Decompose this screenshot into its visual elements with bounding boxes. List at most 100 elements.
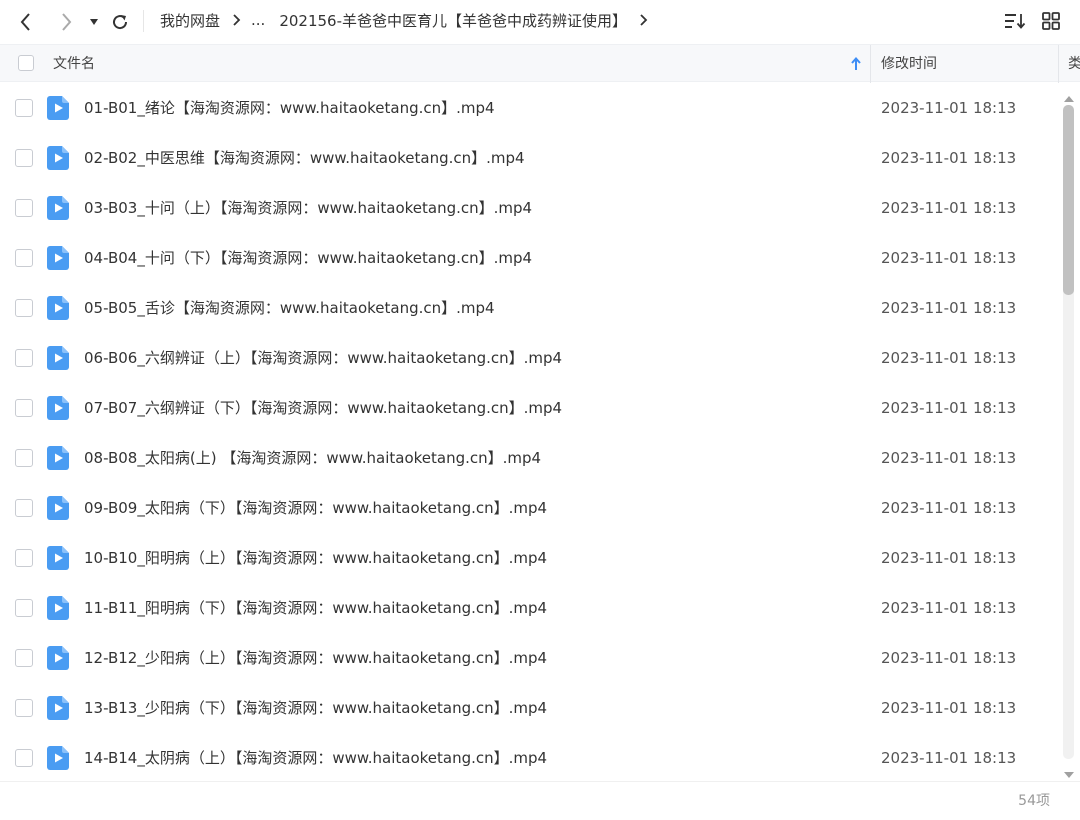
file-checkbox[interactable] [15,449,33,467]
file-checkbox[interactable] [15,249,33,267]
file-modified-time: 2023-11-01 18:13 [881,749,1017,767]
file-checkbox[interactable] [15,299,33,317]
breadcrumb-item-ellipsis[interactable]: ... [251,11,265,29]
item-count: 54项 [1018,793,1050,809]
video-file-icon [47,646,69,670]
breadcrumb-item-current[interactable]: 202156-羊爸爸中医育儿【羊爸爸中成药辨证使用】 [279,10,627,31]
file-modified-time: 2023-11-01 18:13 [881,649,1017,667]
file-checkbox[interactable] [15,199,33,217]
file-checkbox[interactable] [15,599,33,617]
file-row[interactable]: 03-B03_十问（上）【海淘资源网：www.haitaoketang.cn】.… [0,183,1060,233]
file-row[interactable]: 07-B07_六纲辨证（下）【海淘资源网：www.haitaoketang.cn… [0,383,1060,433]
scroll-thumb[interactable] [1063,105,1074,295]
file-checkbox[interactable] [15,149,33,167]
file-name[interactable]: 03-B03_十问（上）【海淘资源网：www.haitaoketang.cn】.… [84,183,532,233]
column-header-modified[interactable]: 修改时间 [881,45,937,83]
file-name[interactable]: 04-B04_十问（下）【海淘资源网：www.haitaoketang.cn】.… [84,233,532,283]
refresh-icon [113,15,128,30]
video-file-icon [47,396,69,420]
file-row[interactable]: 01-B01_绪论【海淘资源网：www.haitaoketang.cn】.mp4… [0,83,1060,133]
file-name[interactable]: 01-B01_绪论【海淘资源网：www.haitaoketang.cn】.mp4 [84,83,495,133]
file-modified-time: 2023-11-01 18:13 [881,699,1017,717]
file-name[interactable]: 10-B10_阳明病（上）【海淘资源网：www.haitaoketang.cn】… [84,533,547,583]
video-file-icon [47,196,69,220]
file-modified-time: 2023-11-01 18:13 [881,149,1017,167]
column-divider[interactable] [870,45,871,83]
file-name[interactable]: 13-B13_少阳病（下）【海淘资源网：www.haitaoketang.cn】… [84,683,547,733]
vertical-scrollbar[interactable] [1060,83,1080,780]
video-file-icon [47,496,69,520]
file-modified-time: 2023-11-01 18:13 [881,499,1017,517]
chevron-left-icon [20,13,30,31]
file-modified-time: 2023-11-01 18:13 [881,199,1017,217]
status-bar: 54项 [0,781,1080,819]
video-file-icon [47,446,69,470]
file-row[interactable]: 10-B10_阳明病（上）【海淘资源网：www.haitaoketang.cn】… [0,533,1060,583]
column-divider[interactable] [1058,45,1059,83]
file-name[interactable]: 07-B07_六纲辨证（下）【海淘资源网：www.haitaoketang.cn… [84,383,562,433]
toolbar: 我的网盘 ... 202156-羊爸爸中医育儿【羊爸爸中成药辨证使用】 [0,0,1080,44]
file-checkbox[interactable] [15,649,33,667]
breadcrumb: 我的网盘 ... 202156-羊爸爸中医育儿【羊爸爸中成药辨证使用】 [160,0,658,40]
file-modified-time: 2023-11-01 18:13 [881,549,1017,567]
grid-view-icon [1042,12,1060,30]
select-all-checkbox[interactable] [18,55,34,71]
file-row[interactable]: 13-B13_少阳病（下）【海淘资源网：www.haitaoketang.cn】… [0,683,1060,733]
file-row[interactable]: 02-B02_中医思维【海淘资源网：www.haitaoketang.cn】.m… [0,133,1060,183]
file-name[interactable]: 11-B11_阳明病（下）【海淘资源网：www.haitaoketang.cn】… [84,583,547,633]
file-list-header: 文件名 修改时间 类 [0,44,1080,83]
file-row[interactable]: 14-B14_太阴病（上）【海淘资源网：www.haitaoketang.cn】… [0,733,1060,780]
video-file-icon [47,146,69,170]
file-name[interactable]: 05-B05_舌诊【海淘资源网：www.haitaoketang.cn】.mp4 [84,283,495,333]
file-modified-time: 2023-11-01 18:13 [881,449,1017,467]
file-checkbox[interactable] [15,99,33,117]
breadcrumb-item-root[interactable]: 我的网盘 [160,10,220,31]
file-modified-time: 2023-11-01 18:13 [881,299,1017,317]
history-dropdown-button[interactable] [80,8,108,36]
sort-button[interactable] [1004,10,1026,32]
file-row[interactable]: 11-B11_阳明病（下）【海淘资源网：www.haitaoketang.cn】… [0,583,1060,633]
forward-button[interactable] [52,8,80,36]
file-modified-time: 2023-11-01 18:13 [881,249,1017,267]
sort-list-icon [1005,14,1026,29]
file-name[interactable]: 02-B02_中医思维【海淘资源网：www.haitaoketang.cn】.m… [84,133,525,183]
video-file-icon [47,696,69,720]
file-name[interactable]: 14-B14_太阴病（上）【海淘资源网：www.haitaoketang.cn】… [84,733,547,780]
file-row[interactable]: 05-B05_舌诊【海淘资源网：www.haitaoketang.cn】.mp4… [0,283,1060,333]
file-row[interactable]: 04-B04_十问（下）【海淘资源网：www.haitaoketang.cn】.… [0,233,1060,283]
file-name[interactable]: 08-B08_太阳病(上) 【海淘资源网：www.haitaoketang.cn… [84,433,541,483]
file-checkbox[interactable] [15,549,33,567]
chevron-right-icon[interactable] [639,14,648,26]
column-header-name[interactable]: 文件名 [53,45,95,83]
caret-down-icon [90,19,98,25]
sort-ascending-icon[interactable] [850,56,862,75]
file-name[interactable]: 06-B06_六纲辨证（上）【海淘资源网：www.haitaoketang.cn… [84,333,562,383]
video-file-icon [47,346,69,370]
file-checkbox[interactable] [15,699,33,717]
column-header-type[interactable]: 类 [1068,45,1080,83]
file-modified-time: 2023-11-01 18:13 [881,349,1017,367]
file-checkbox[interactable] [15,349,33,367]
chevron-right-icon [62,13,72,31]
file-row[interactable]: 06-B06_六纲辨证（上）【海淘资源网：www.haitaoketang.cn… [0,333,1060,383]
refresh-button[interactable] [106,8,134,36]
file-checkbox[interactable] [15,399,33,417]
file-modified-time: 2023-11-01 18:13 [881,99,1017,117]
file-row[interactable]: 08-B08_太阳病(上) 【海淘资源网：www.haitaoketang.cn… [0,433,1060,483]
file-checkbox[interactable] [15,749,33,767]
file-modified-time: 2023-11-01 18:13 [881,599,1017,617]
file-checkbox[interactable] [15,499,33,517]
grid-view-button[interactable] [1040,10,1062,32]
file-name[interactable]: 09-B09_太阳病（下）【海淘资源网：www.haitaoketang.cn】… [84,483,547,533]
video-file-icon [47,296,69,320]
file-modified-time: 2023-11-01 18:13 [881,399,1017,417]
file-row[interactable]: 12-B12_少阳病（上）【海淘资源网：www.haitaoketang.cn】… [0,633,1060,683]
file-row[interactable]: 09-B09_太阳病（下）【海淘资源网：www.haitaoketang.cn】… [0,483,1060,533]
view-tools [1004,10,1062,32]
video-file-icon [47,546,69,570]
back-button[interactable] [12,8,40,36]
video-file-icon [47,96,69,120]
video-file-icon [47,596,69,620]
file-name[interactable]: 12-B12_少阳病（上）【海淘资源网：www.haitaoketang.cn】… [84,633,547,683]
file-list: 01-B01_绪论【海淘资源网：www.haitaoketang.cn】.mp4… [0,83,1060,780]
